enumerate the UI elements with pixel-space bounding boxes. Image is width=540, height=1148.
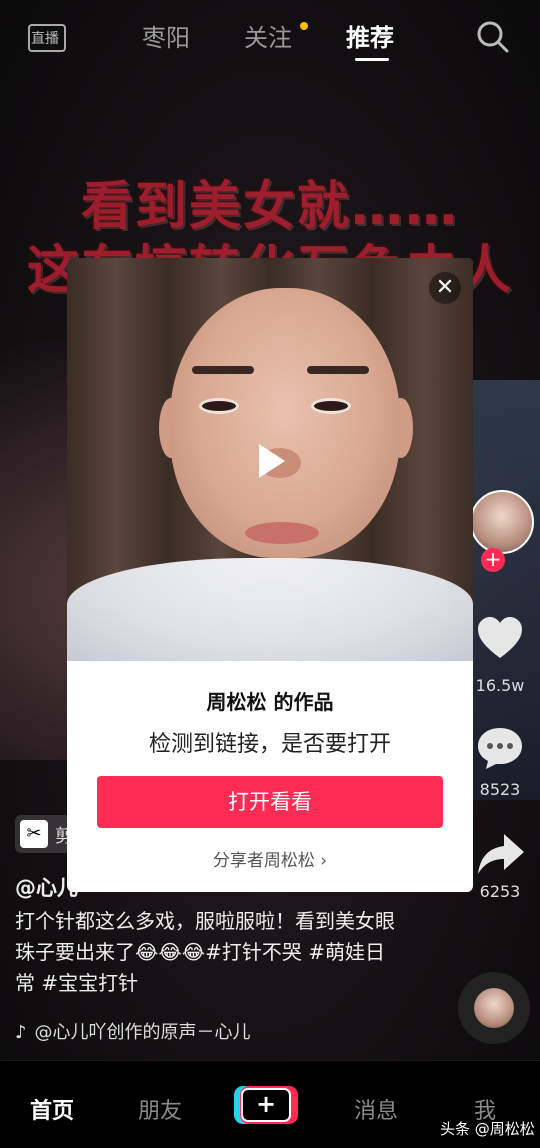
play-icon[interactable] [259,444,285,478]
nav-friends[interactable]: 朋友 [138,1093,182,1125]
nav-messages[interactable]: 消息 [354,1093,398,1125]
follow-plus-icon[interactable]: + [481,548,505,572]
music-row[interactable]: ♪ @心儿吖创作的原声－心儿 [15,1018,251,1044]
tab-local[interactable]: 枣阳 [142,18,190,53]
music-note-icon: ♪ [15,1022,27,1043]
sharer-link[interactable]: 分享者周松松 › [67,846,473,871]
active-tab-indicator [355,58,389,61]
preview-brow-right [307,366,369,374]
search-icon [477,21,509,53]
dialog-subtitle: 检测到链接，是否要打开 [148,732,391,757]
search-button[interactable] [476,20,510,54]
capcut-logo-icon: ✂ [20,820,48,848]
preview-face [170,288,400,558]
music-title: @心儿吖创作的原声－心儿 [34,1022,251,1043]
open-link-dialog: ✕ 周松松 的作品 检测到链接，是否要打开 打开看看 分享者周松松 › [67,258,473,892]
open-button[interactable]: 打开看看 [97,776,443,828]
live-label: 直播 [31,31,59,47]
share-arrow-icon [478,834,524,874]
preview-brow-left [192,366,254,374]
preview-eye-right [311,398,351,414]
heart-icon [478,617,522,658]
following-update-dot [300,22,308,30]
top-bar: 直播 枣阳 关注 推荐 [0,0,540,75]
creator-avatar[interactable] [470,490,534,554]
comment-icon [478,728,522,769]
live-button[interactable]: 直播 [28,20,66,52]
toutiao-watermark: 头条 @周松松 [440,1120,535,1138]
preview-mouth [245,522,319,544]
video-caption-line-1: 看到美女就…… [80,177,459,237]
share-button[interactable] [470,828,530,884]
preview-eye-left [199,398,239,414]
close-button[interactable]: ✕ [429,272,461,304]
preview-shirt [67,558,473,661]
comment-button[interactable] [470,722,530,778]
nav-home[interactable]: 首页 [30,1093,74,1125]
music-disc-avatar [474,988,514,1028]
video-description[interactable]: 打个针都这么多戏，服啦服啦！看到美女眼珠子要出来了😂😂😂#打针不哭 #萌娃日常 … [15,906,395,999]
tab-following[interactable]: 关注 [244,18,292,53]
create-button[interactable]: + [241,1088,291,1122]
share-count: 6253 [479,882,521,901]
comment-count: 8523 [479,780,521,799]
dialog-title: 周松松 的作品 [206,690,334,714]
like-count: 16.5w [475,676,525,695]
tab-recommended[interactable]: 推荐 [346,18,394,53]
like-button[interactable] [470,612,530,668]
